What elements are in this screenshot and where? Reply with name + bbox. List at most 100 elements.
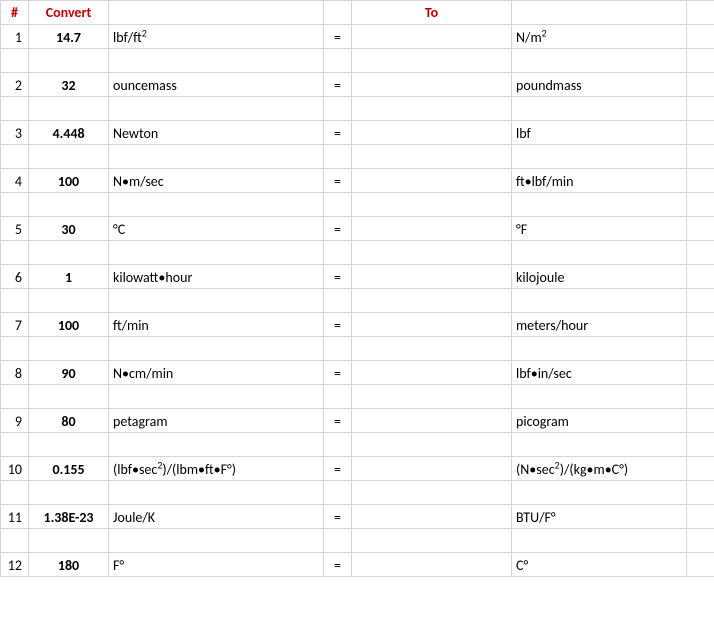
- from-unit[interactable]: petagram: [109, 409, 324, 433]
- to-unit[interactable]: meters/hour: [512, 313, 687, 337]
- to-unit[interactable]: (N•sec2)/(kg•m•C°): [512, 457, 687, 481]
- equals-sign: =: [324, 265, 352, 289]
- equals-sign: =: [324, 169, 352, 193]
- to-unit[interactable]: kilojoule: [512, 265, 687, 289]
- to-unit[interactable]: C°: [512, 553, 687, 577]
- convert-value[interactable]: 1.38E-23: [29, 505, 109, 529]
- spacer-row: [1, 97, 714, 121]
- to-unit[interactable]: lbf•in/sec: [512, 361, 687, 385]
- end-cell[interactable]: [687, 457, 714, 481]
- header-row: # Convert To: [1, 1, 714, 25]
- table-row: 7100ft/min= meters/hour: [1, 313, 714, 337]
- row-number: 2: [1, 73, 29, 97]
- end-cell[interactable]: [687, 217, 714, 241]
- spacer-row: [1, 481, 714, 505]
- table-body: 114.7lbf/ft2=N/m2232ouncemass=poundmass3…: [1, 25, 714, 577]
- end-cell[interactable]: [687, 313, 714, 337]
- conversion-table: # Convert To 114.7lbf/ft2=N/m2232ouncema…: [0, 0, 714, 577]
- equals-sign: =: [324, 505, 352, 529]
- convert-value[interactable]: 80: [29, 409, 109, 433]
- table-row: 232ouncemass= poundmass: [1, 73, 714, 97]
- to-value[interactable]: [352, 121, 512, 145]
- from-unit[interactable]: ft/min: [109, 313, 324, 337]
- to-value[interactable]: [352, 409, 512, 433]
- table-row: 111.38E-23Joule/K= BTU/F°: [1, 505, 714, 529]
- from-unit[interactable]: (lbf•sec2)/(lbm•ft•F°): [109, 457, 324, 481]
- equals-sign: =: [324, 457, 352, 481]
- convert-value[interactable]: 0.155: [29, 457, 109, 481]
- from-unit[interactable]: Joule/K: [109, 505, 324, 529]
- to-unit[interactable]: N/m2: [512, 25, 687, 49]
- to-value[interactable]: [352, 313, 512, 337]
- end-cell[interactable]: [687, 265, 714, 289]
- to-value[interactable]: [352, 169, 512, 193]
- to-value[interactable]: [352, 553, 512, 577]
- convert-value[interactable]: 32: [29, 73, 109, 97]
- table-row: 34.448Newton= lbf: [1, 121, 714, 145]
- convert-value[interactable]: 1: [29, 265, 109, 289]
- from-unit[interactable]: F°: [109, 553, 324, 577]
- convert-value[interactable]: 30: [29, 217, 109, 241]
- table-row: 890N•cm/min= lbf•in/sec: [1, 361, 714, 385]
- spacer-row: [1, 337, 714, 361]
- spacer-row: [1, 49, 714, 73]
- header-num: #: [1, 1, 29, 25]
- end-cell[interactable]: [687, 409, 714, 433]
- to-unit[interactable]: picogram: [512, 409, 687, 433]
- convert-value[interactable]: 14.7: [29, 25, 109, 49]
- convert-value[interactable]: 180: [29, 553, 109, 577]
- table-row: 12180F°=C°: [1, 553, 714, 577]
- convert-value[interactable]: 90: [29, 361, 109, 385]
- to-value[interactable]: [352, 217, 512, 241]
- from-unit[interactable]: lbf/ft2: [109, 25, 324, 49]
- to-value[interactable]: [352, 361, 512, 385]
- to-value[interactable]: [352, 457, 512, 481]
- row-number: 4: [1, 169, 29, 193]
- table-row: 980petagram= picogram: [1, 409, 714, 433]
- from-unit[interactable]: °C: [109, 217, 324, 241]
- convert-value[interactable]: 100: [29, 169, 109, 193]
- to-unit[interactable]: lbf: [512, 121, 687, 145]
- equals-sign: =: [324, 361, 352, 385]
- equals-sign: =: [324, 313, 352, 337]
- equals-sign: =: [324, 409, 352, 433]
- row-number: 1: [1, 25, 29, 49]
- convert-value[interactable]: 4.448: [29, 121, 109, 145]
- equals-sign: =: [324, 121, 352, 145]
- end-cell[interactable]: [687, 25, 714, 49]
- row-number: 10: [1, 457, 29, 481]
- row-number: 6: [1, 265, 29, 289]
- to-value[interactable]: [352, 25, 512, 49]
- from-unit[interactable]: N•m/sec: [109, 169, 324, 193]
- to-value[interactable]: [352, 73, 512, 97]
- from-unit[interactable]: N•cm/min: [109, 361, 324, 385]
- to-unit[interactable]: ft•lbf/min: [512, 169, 687, 193]
- row-number: 8: [1, 361, 29, 385]
- equals-sign: =: [324, 73, 352, 97]
- to-unit[interactable]: BTU/F°: [512, 505, 687, 529]
- end-cell[interactable]: [687, 553, 714, 577]
- equals-sign: =: [324, 25, 352, 49]
- to-value[interactable]: [352, 505, 512, 529]
- end-cell[interactable]: [687, 361, 714, 385]
- to-unit[interactable]: poundmass: [512, 73, 687, 97]
- convert-value[interactable]: 100: [29, 313, 109, 337]
- row-number: 9: [1, 409, 29, 433]
- header-convert: Convert: [29, 1, 109, 25]
- table-row: 61kilowatt•hour= kilojoule: [1, 265, 714, 289]
- row-number: 7: [1, 313, 29, 337]
- from-unit[interactable]: kilowatt•hour: [109, 265, 324, 289]
- spacer-row: [1, 433, 714, 457]
- row-number: 11: [1, 505, 29, 529]
- end-cell[interactable]: [687, 73, 714, 97]
- row-number: 3: [1, 121, 29, 145]
- end-cell[interactable]: [687, 505, 714, 529]
- from-unit[interactable]: ouncemass: [109, 73, 324, 97]
- to-unit[interactable]: °F: [512, 217, 687, 241]
- spacer-row: [1, 145, 714, 169]
- from-unit[interactable]: Newton: [109, 121, 324, 145]
- end-cell[interactable]: [687, 121, 714, 145]
- table-row: 100.155(lbf•sec2)/(lbm•ft•F°)= (N•sec2)/(…: [1, 457, 714, 481]
- to-value[interactable]: [352, 265, 512, 289]
- end-cell[interactable]: [687, 169, 714, 193]
